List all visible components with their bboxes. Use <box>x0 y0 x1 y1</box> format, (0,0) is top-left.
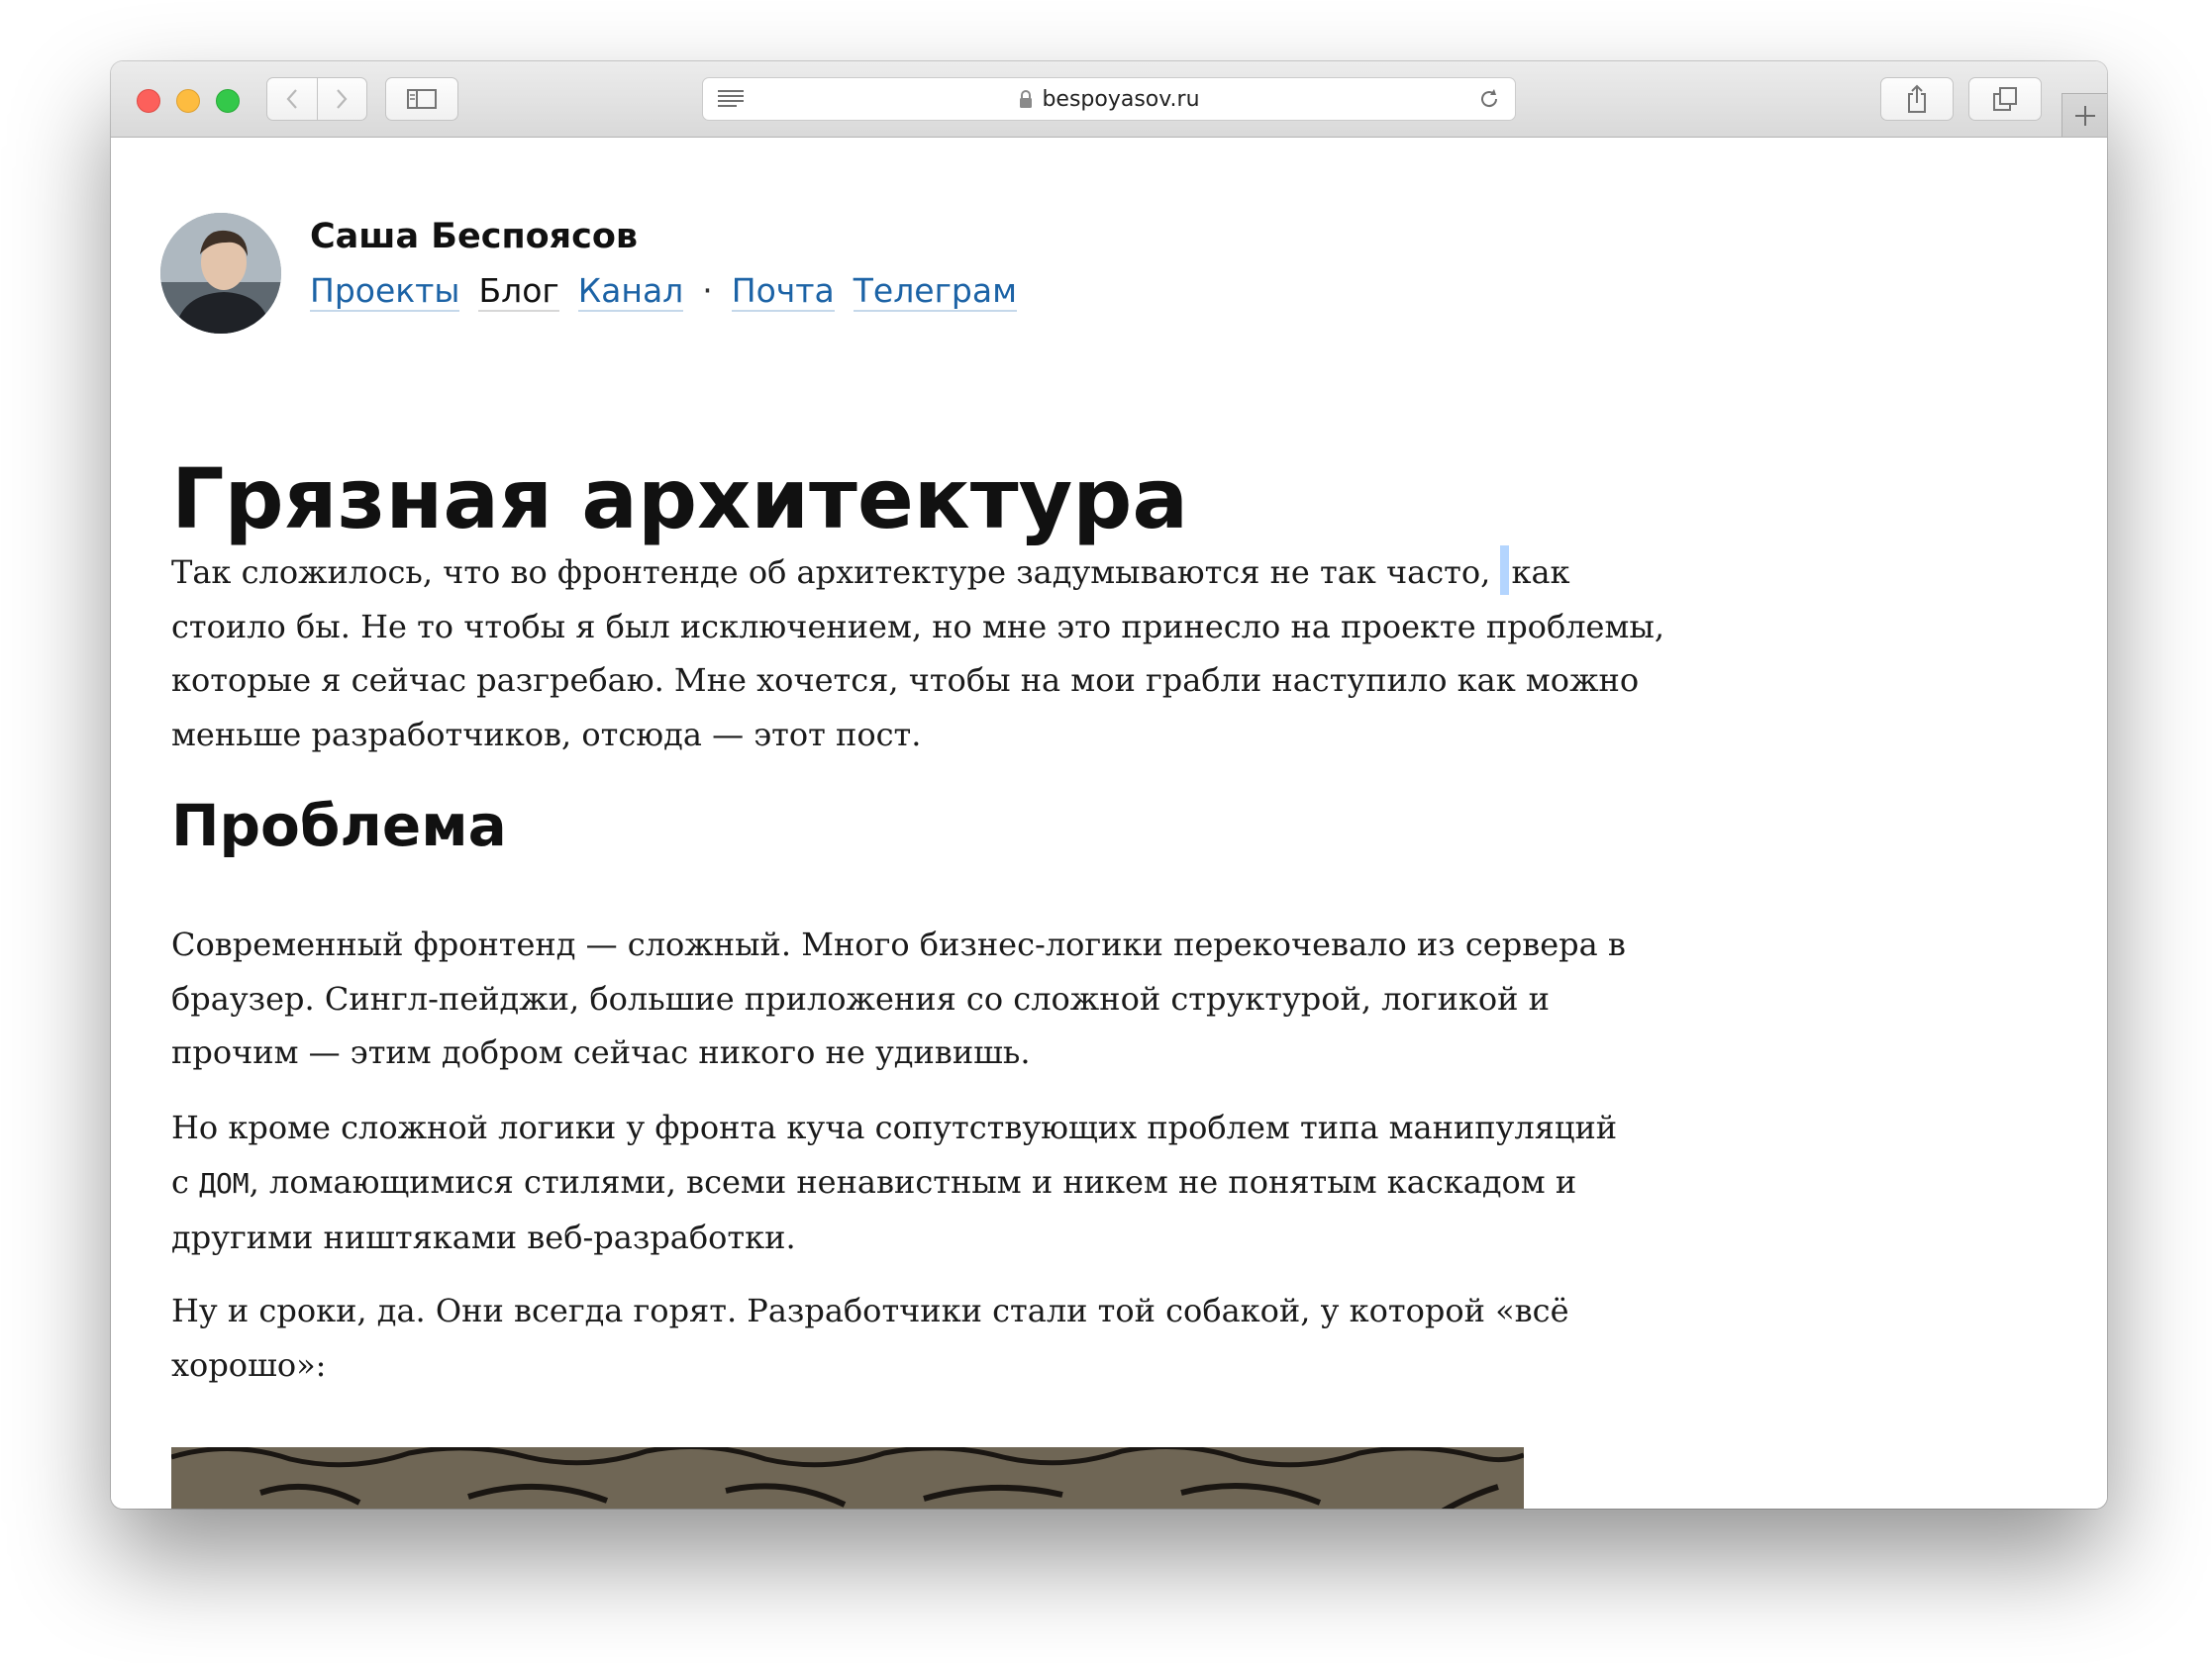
nav-link-projects[interactable]: Проекты <box>310 271 460 312</box>
nav-separator: · <box>702 271 713 310</box>
show-tabs-button[interactable] <box>1968 77 2042 121</box>
plus-icon <box>2074 105 2095 126</box>
intro-paragraph: Так сложилось, что во фронтенде об архит… <box>171 545 1676 761</box>
browser-window: bespoyasov.ru Саша Беспоясов Проекты Бло… <box>111 61 2107 1509</box>
close-window-button[interactable] <box>137 89 160 113</box>
dom-code: ДОМ <box>199 1166 250 1200</box>
browser-toolbar: bespoyasov.ru <box>111 61 2107 138</box>
article-title: Грязная архитектура <box>171 450 1189 547</box>
share-button[interactable] <box>1880 77 1954 121</box>
reload-icon <box>1481 89 1498 108</box>
chevron-left-icon <box>286 89 297 109</box>
url-display: bespoyasov.ru <box>703 78 1515 120</box>
minimize-window-button[interactable] <box>176 89 200 113</box>
url-text: bespoyasov.ru <box>1042 86 1200 112</box>
new-tab-button[interactable] <box>2061 93 2107 137</box>
tabs-icon <box>1993 87 2017 111</box>
sidebar-button[interactable] <box>385 77 458 121</box>
lock-icon <box>1020 90 1033 108</box>
history-nav <box>266 77 367 121</box>
article-image <box>171 1447 1524 1509</box>
nav-link-telegram[interactable]: Телеграм <box>853 271 1017 312</box>
chevron-right-icon <box>337 89 348 109</box>
section-title: Проблема <box>171 792 507 859</box>
text-caret <box>1500 545 1510 595</box>
paragraph-problems-end: , ломающимися стилями, всеми ненавистным… <box>171 1162 1577 1257</box>
address-bar[interactable]: bespoyasov.ru <box>702 77 1516 121</box>
share-icon <box>1908 84 1926 113</box>
nav-link-channel[interactable]: Канал <box>577 271 684 312</box>
nav-current-blog: Блог <box>478 271 559 312</box>
paragraph-problems: Но кроме сложной логики у фронта куча со… <box>171 1101 1627 1265</box>
page-content: Саша Беспоясов Проекты Блог Канал · Почта Тел… <box>111 138 2107 1509</box>
author-name: Саша Беспоясов <box>310 217 639 256</box>
forward-button[interactable] <box>316 78 367 120</box>
reload-button[interactable] <box>1477 87 1501 115</box>
nav-link-mail[interactable]: Почта <box>731 271 835 312</box>
paragraph-frontend: Современный фронтенд — сложный. Много би… <box>171 926 1626 1071</box>
maximize-window-button[interactable] <box>216 89 240 113</box>
intro-text-start: Так сложилось, что во фронтенде об архит… <box>171 553 1501 591</box>
author-avatar <box>160 213 281 334</box>
site-nav: Проекты Блог Канал · Почта Телеграм <box>310 270 1017 312</box>
back-button[interactable] <box>267 78 317 120</box>
paragraph-deadlines: Ну и сроки, да. Они всегда горят. Разраб… <box>171 1292 1569 1384</box>
sidebar-icon <box>407 89 437 109</box>
